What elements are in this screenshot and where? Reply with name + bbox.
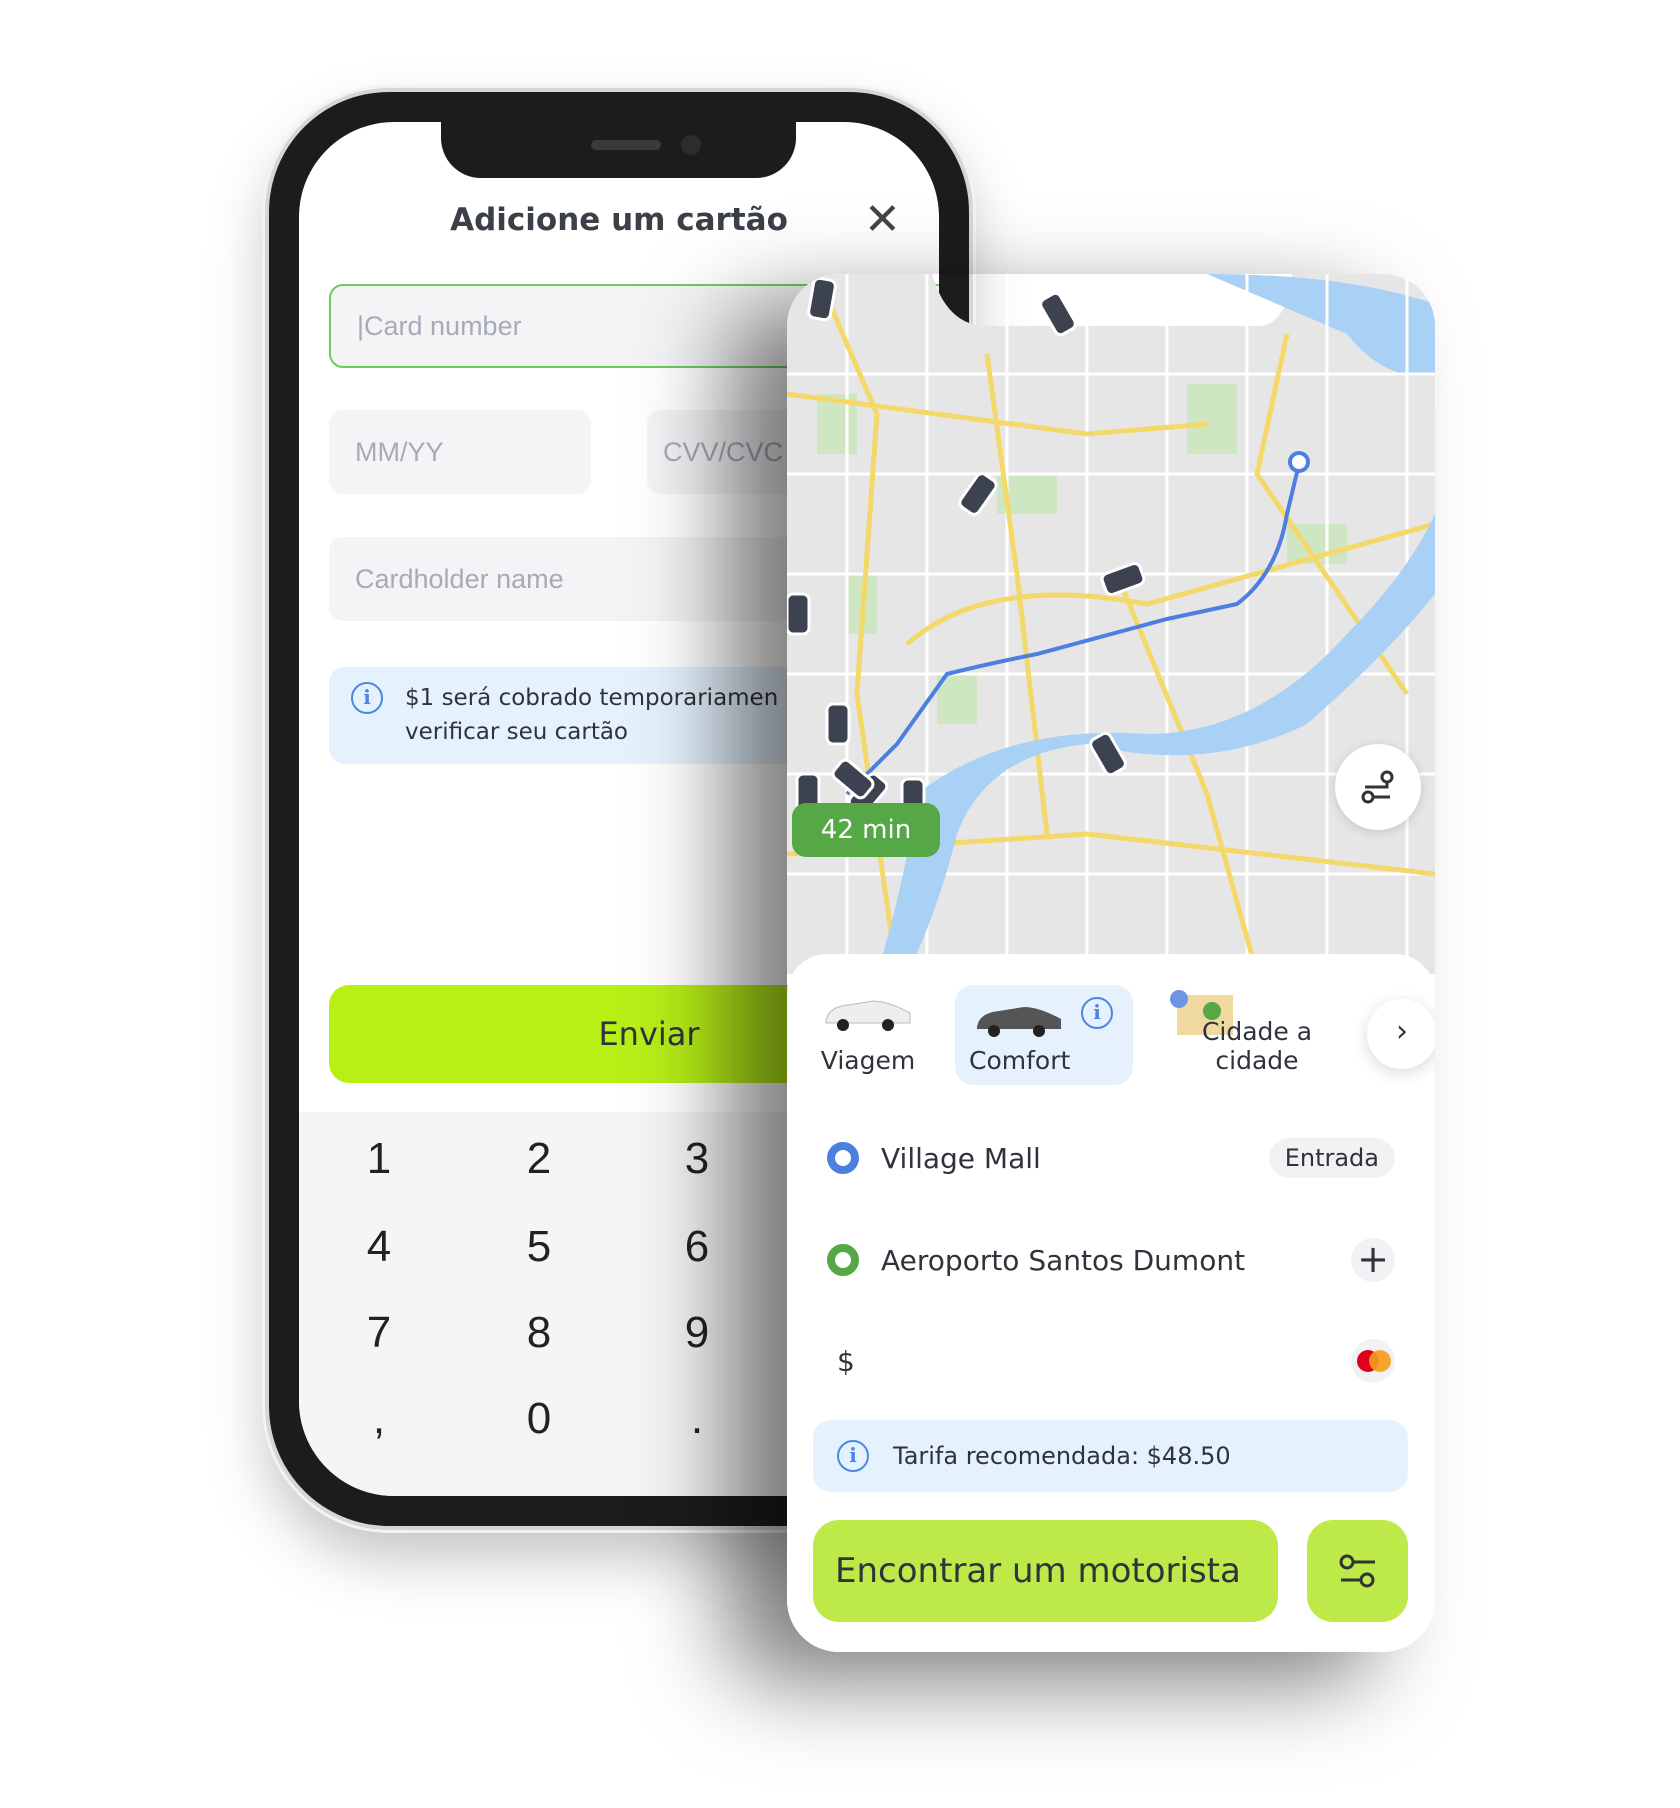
price-row[interactable]: $ — [827, 1331, 1395, 1391]
recommended-fare: Tarifa recomendada: $48.50 — [893, 1442, 1231, 1470]
key-comma[interactable]: , — [319, 1394, 439, 1444]
destination-dot-icon — [827, 1244, 859, 1276]
tab-label: Comfort — [969, 1046, 1071, 1075]
filters-button[interactable] — [1307, 1520, 1408, 1622]
key-9[interactable]: 9 — [637, 1308, 757, 1358]
key-8[interactable]: 8 — [479, 1308, 599, 1358]
tab-label: Cidade a cidade — [1201, 1017, 1313, 1075]
pickup-text: Village Mall — [881, 1141, 1041, 1175]
key-5[interactable]: 5 — [479, 1222, 599, 1272]
chevron-right-icon[interactable]: › — [1367, 999, 1435, 1069]
entrance-button[interactable]: Entrada — [1268, 1138, 1395, 1178]
key-2[interactable]: 2 — [479, 1134, 599, 1184]
route-options-button[interactable] — [1335, 744, 1421, 830]
tab-label: Viagem — [820, 1046, 916, 1075]
sliders-icon — [1339, 1554, 1375, 1588]
info-icon: i — [837, 1440, 869, 1472]
price-input[interactable]: $ — [837, 1345, 855, 1378]
key-3[interactable]: 3 — [637, 1134, 757, 1184]
pickup-row[interactable]: Village Mall Entrada — [827, 1128, 1395, 1188]
destination-text: Aeroporto Santos Dumont — [881, 1243, 1246, 1277]
pickup-dot-icon — [827, 1142, 859, 1174]
car-white-icon — [825, 1000, 911, 1031]
camera — [681, 135, 701, 155]
mastercard-icon[interactable] — [1351, 1339, 1395, 1383]
key-7[interactable]: 7 — [319, 1308, 439, 1358]
close-icon[interactable]: ✕ — [864, 194, 901, 245]
info-icon: i — [351, 682, 383, 714]
map[interactable] — [787, 274, 1435, 974]
bottom-sheet: Viagem i Comfort Cidade a cidade › Villa… — [787, 954, 1435, 1652]
recommended-fare-info: i Tarifa recomendada: $48.50 — [813, 1420, 1408, 1492]
ride-request-card: 42 min Viagem i Comfort Cidade a cidade … — [787, 274, 1435, 1652]
find-driver-button[interactable]: Encontrar um motorista — [813, 1520, 1278, 1622]
page: Adicione um cartão ✕ |Card number MM/YY … — [0, 0, 1680, 1808]
key-1[interactable]: 1 — [319, 1134, 439, 1184]
info-icon[interactable]: i — [1081, 997, 1113, 1029]
page-title: Adicione um cartão — [450, 202, 788, 238]
route-icon — [1361, 770, 1394, 804]
add-stop-icon[interactable]: + — [1351, 1238, 1395, 1282]
key-4[interactable]: 4 — [319, 1222, 439, 1272]
car-dark-icon — [977, 1007, 1061, 1037]
speaker — [591, 140, 661, 150]
expiry-input[interactable]: MM/YY — [329, 410, 591, 494]
tab-viagem[interactable]: Viagem — [813, 985, 923, 1085]
key-6[interactable]: 6 — [637, 1222, 757, 1272]
key-dot[interactable]: . — [637, 1394, 757, 1444]
tab-city-to-city[interactable]: Cidade a cidade — [1157, 985, 1357, 1085]
phone-notch — [441, 122, 796, 178]
key-0[interactable]: 0 — [479, 1394, 599, 1444]
destination-row[interactable]: Aeroporto Santos Dumont + — [827, 1230, 1395, 1290]
tab-comfort[interactable]: i Comfort — [955, 985, 1133, 1085]
eta-badge: 42 min — [792, 803, 940, 857]
